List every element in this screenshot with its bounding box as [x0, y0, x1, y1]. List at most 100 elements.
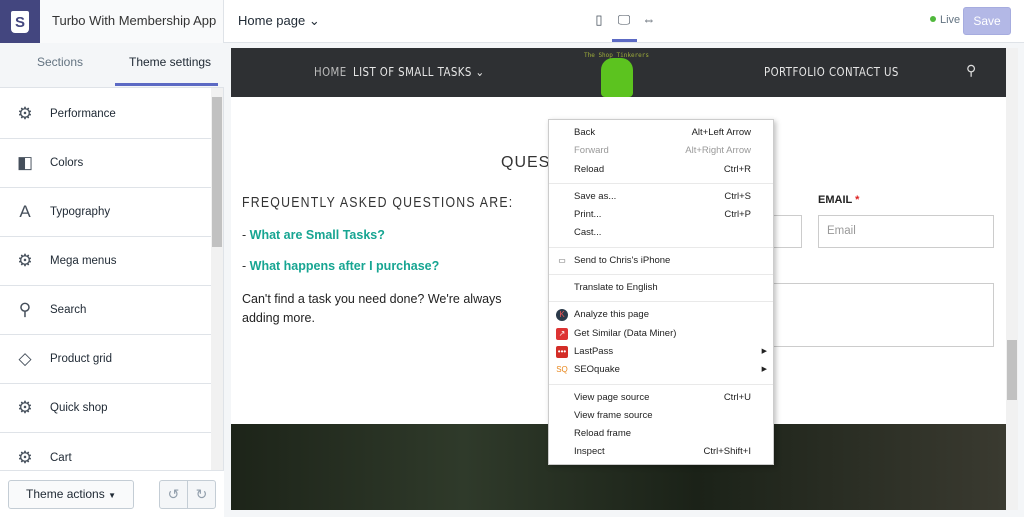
sidebar-item-search[interactable]: ⚲ Search: [0, 286, 211, 335]
undo-icon[interactable]: ↺: [160, 481, 188, 508]
fullscreen-icon[interactable]: ⇔: [640, 12, 658, 30]
menu-item-print[interactable]: Print... Ctrl+P: [549, 206, 773, 224]
nav-home[interactable]: HOME: [314, 65, 347, 79]
menu-item-inspect[interactable]: Inspect Ctrl+Shift+I: [549, 443, 773, 461]
mobile-icon[interactable]: ▯: [590, 12, 608, 30]
required-marker: *: [855, 194, 860, 206]
menu-item-shortcut: Ctrl+R: [723, 163, 751, 175]
preview-scrollbar[interactable]: [1006, 48, 1018, 510]
email-label: EMAIL *: [818, 194, 859, 206]
menu-item-seoquake[interactable]: SQ SEOquake ▶: [549, 361, 773, 379]
menu-item-reload-frame[interactable]: Reload frame: [549, 425, 773, 443]
sidebar-item-quick-shop[interactable]: ⚙ Quick shop: [0, 384, 211, 433]
menu-item-shortcut: Ctrl+S: [724, 190, 751, 202]
active-device-indicator: [612, 39, 637, 42]
sidebar-item-label: Product grid: [50, 353, 113, 365]
menu-item-label: Print...: [574, 209, 602, 221]
menu-item-translate-to-english[interactable]: Translate to English: [549, 279, 773, 297]
gear-icon: ⚙: [17, 447, 33, 467]
seoquake-icon: SQ: [556, 364, 568, 377]
sidebar-item-label: Cart: [50, 451, 72, 464]
menu-item-save-as[interactable]: Save as... Ctrl+S: [549, 188, 773, 206]
redo-icon[interactable]: ↻: [188, 481, 215, 508]
menu-item-shortcut: Ctrl+Shift+I: [703, 446, 751, 458]
menu-item-reload[interactable]: Reload Ctrl+R: [549, 161, 773, 179]
menu-separator: [549, 301, 773, 303]
menu-separator: [549, 383, 773, 385]
live-status: Live: [930, 14, 960, 26]
dash: -: [242, 259, 250, 273]
sidebar-item-performance[interactable]: ⚙ Performance: [0, 90, 211, 139]
tag-icon: ◇: [18, 349, 32, 368]
live-dot-icon: [930, 16, 936, 22]
sidebar-item-label: Search: [50, 304, 87, 316]
faq-link-small-tasks[interactable]: What are Small Tasks?: [250, 228, 385, 242]
tab-sections[interactable]: Sections: [37, 55, 83, 69]
nav-list-of-small-tasks[interactable]: LIST OF SMALL TASKS ⌄: [353, 65, 484, 79]
preview-scrollbar-thumb[interactable]: [1007, 340, 1017, 400]
data-miner-icon: ↗: [556, 327, 568, 340]
gear-icon: ⚙: [17, 398, 33, 417]
menu-item-label: Get Similar (Data Miner): [574, 327, 677, 339]
page-selector-label: Home page: [238, 13, 306, 28]
menu-item-back[interactable]: Back Alt+Left Arrow: [549, 124, 773, 142]
devices-icon: ▭: [556, 254, 568, 267]
menu-item-shortcut: Alt+Left Arrow: [691, 127, 751, 138]
nav-label: LIST OF SMALL TASKS: [353, 65, 472, 79]
menu-item-shortcut: Alt+Right Arrow: [685, 145, 751, 157]
sidebar-item-product-grid[interactable]: ◇ Product grid: [0, 335, 211, 384]
paint-icon: ◧: [16, 153, 34, 172]
undo-redo-group: ↺ ↻: [159, 480, 216, 509]
faq-link-after-purchase[interactable]: What happens after I purchase?: [250, 259, 440, 273]
nav-contact-us[interactable]: CONTACT US: [829, 65, 899, 79]
caret-down-icon: ▼: [108, 491, 116, 500]
menu-item-label: Reload frame: [574, 428, 632, 440]
live-label: Live: [940, 14, 961, 26]
theme-actions-button[interactable]: Theme actions ▼: [8, 480, 134, 509]
type-icon: A: [19, 202, 31, 221]
menu-item-lastpass[interactable]: ••• LastPass ▶: [549, 343, 773, 361]
menu-item-label: Back: [574, 127, 596, 138]
email-field[interactable]: Email: [818, 215, 994, 248]
mascot-logo: [601, 58, 633, 97]
menu-item-send-to-chris-s-iphone[interactable]: ▭ Send to Chris's iPhone: [549, 252, 773, 270]
menu-item-label: SEOquake: [574, 364, 620, 376]
menu-item-analyze-this-page[interactable]: K Analyze this page: [549, 306, 773, 324]
gear-icon: ⚙: [17, 251, 33, 270]
menu-separator: [549, 274, 773, 276]
sidebar-item-label: Typography: [50, 206, 111, 218]
search-icon[interactable]: ⚲: [966, 62, 976, 79]
sidebar-scrollbar-thumb[interactable]: [212, 97, 222, 247]
sidebar-item-mega-menus[interactable]: ⚙ Mega menus: [0, 237, 211, 286]
sidebar-item-colors[interactable]: ◧ Colors: [0, 139, 211, 188]
search-icon: ⚲: [18, 300, 32, 319]
theme-actions-label: Theme actions: [26, 487, 105, 501]
menu-item-view-page-source[interactable]: View page source Ctrl+U: [549, 389, 773, 407]
submenu-arrow-icon: ▶: [761, 366, 767, 374]
nav-portfolio[interactable]: PORTFOLIO: [764, 65, 825, 79]
menu-item-cast[interactable]: Cast...: [549, 224, 773, 242]
menu-item-forward[interactable]: Forward Alt+Right Arrow: [549, 142, 773, 160]
gear-icon: ⚙: [17, 104, 33, 123]
page-selector[interactable]: Home page ⌄: [238, 13, 320, 29]
menu-item-label: Reload: [574, 163, 605, 175]
shopify-logo[interactable]: S: [0, 0, 40, 43]
menu-item-get-similar-data-miner[interactable]: ↗ Get Similar (Data Miner): [549, 325, 773, 343]
cant-find-text: Can't find a task you need done? We're a…: [242, 292, 502, 325]
desktop-icon[interactable]: 🖵: [615, 12, 633, 30]
menu-item-label: Send to Chris's iPhone: [574, 254, 671, 266]
menu-item-label: Forward: [574, 145, 609, 157]
sidebar-item-label: Colors: [50, 157, 84, 169]
active-tab-indicator: [115, 83, 218, 86]
menu-item-label: View frame source: [574, 409, 653, 421]
menu-item-shortcut: Ctrl+P: [724, 209, 751, 221]
chevron-down-icon: ⌄: [475, 65, 485, 79]
faq-heading: FREQUENTLY ASKED QUESTIONS ARE:: [242, 194, 514, 211]
menu-item-shortcut: Ctrl+U: [723, 391, 751, 403]
tab-theme-settings[interactable]: Theme settings: [129, 55, 211, 69]
menu-item-label: View page source: [574, 391, 650, 403]
save-button[interactable]: Save: [963, 7, 1011, 35]
sidebar-item-label: Mega menus: [50, 255, 117, 267]
sidebar-item-typography[interactable]: A Typography: [0, 188, 211, 237]
menu-item-view-frame-source[interactable]: View frame source: [549, 407, 773, 425]
